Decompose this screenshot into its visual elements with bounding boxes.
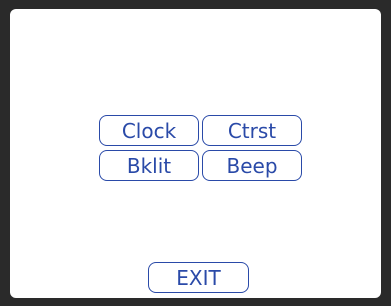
clock-button[interactable]: Clock xyxy=(99,115,199,146)
contrast-button[interactable]: Ctrst xyxy=(202,115,302,146)
device-bezel: Clock Ctrst Bklit Beep EXIT xyxy=(0,0,391,306)
beep-button[interactable]: Beep xyxy=(202,150,302,181)
lcd-screen: Clock Ctrst Bklit Beep EXIT xyxy=(10,9,381,298)
backlight-button[interactable]: Bklit xyxy=(99,150,199,181)
exit-button[interactable]: EXIT xyxy=(148,262,249,293)
